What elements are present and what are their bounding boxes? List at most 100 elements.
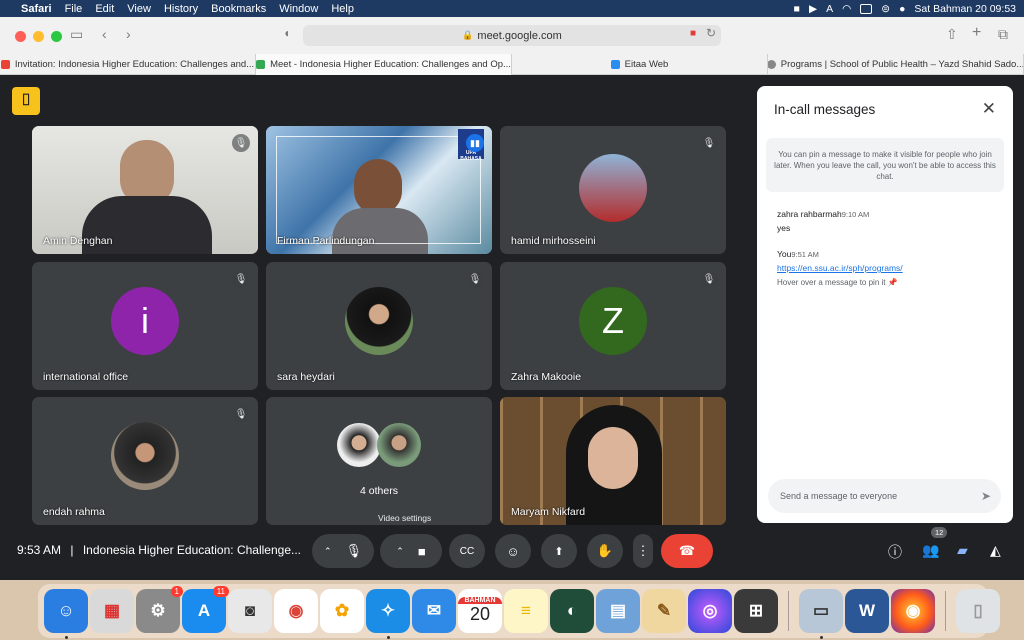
address-bar[interactable]: 🔒 meet.google.com bbox=[303, 25, 721, 46]
chat-message[interactable]: zahra rahbarmah9:10 AM yes bbox=[777, 209, 869, 233]
firefox-icon[interactable]: ◉ bbox=[891, 589, 935, 633]
menu-window[interactable]: Window bbox=[279, 3, 318, 15]
gmail-icon bbox=[0, 60, 10, 69]
message-link[interactable]: https://en.ssu.ac.ir/sph/programs/ bbox=[777, 263, 903, 273]
people-icon[interactable]: 👥 bbox=[922, 542, 939, 559]
tab-programs[interactable]: Programs | School of Public Health – Yaz… bbox=[768, 54, 1024, 75]
meeting-time: 9:53 AM bbox=[17, 543, 62, 557]
message-sender: zahra rahbarmah bbox=[777, 209, 842, 219]
minimize-window-button[interactable] bbox=[33, 31, 44, 42]
message-time: 9:10 AM bbox=[841, 210, 870, 219]
close-chat-icon[interactable]: ✕ bbox=[982, 99, 996, 119]
chat-icon[interactable]: ▰ bbox=[957, 542, 968, 559]
tab-gmail[interactable]: Invitation: Indonesia Higher Education: … bbox=[0, 54, 256, 75]
participant-tile[interactable]: Maryam Nikfard bbox=[500, 397, 726, 525]
others-tile[interactable]: 4 others bbox=[266, 397, 492, 525]
meeting-logo[interactable]: ⌷ bbox=[12, 87, 40, 115]
preview-icon[interactable]: ▤ bbox=[596, 589, 640, 633]
preview-window-icon[interactable]: ▭ bbox=[799, 589, 843, 639]
captions-icon: CC bbox=[459, 545, 475, 557]
leave-call-button[interactable]: ☎ bbox=[661, 534, 713, 568]
tab-bar: Invitation: Indonesia Higher Education: … bbox=[0, 54, 1024, 75]
new-tab-icon[interactable]: + bbox=[972, 24, 981, 42]
menu-file[interactable]: File bbox=[65, 3, 83, 15]
camera-in-use-icon[interactable]: ■ bbox=[690, 28, 696, 39]
tab-eitaa[interactable]: Eitaa Web bbox=[512, 54, 768, 75]
share-icon[interactable]: ⇧ bbox=[946, 26, 958, 43]
app-store-icon[interactable]: A 11 bbox=[182, 586, 229, 633]
zoom-window-button[interactable] bbox=[51, 31, 62, 42]
participant-tile[interactable]: 🎙 sara heydari bbox=[266, 262, 492, 390]
back-icon[interactable]: ‹ bbox=[102, 26, 107, 42]
participant-tile[interactable]: UPA BAHASA ▮▮ Firman Parlindungan bbox=[266, 126, 492, 254]
menu-edit[interactable]: Edit bbox=[95, 3, 114, 15]
tab-meet[interactable]: Meet - Indonesia Higher Education: Chall… bbox=[256, 54, 512, 75]
launchpad-icon[interactable]: ▦ bbox=[90, 589, 134, 633]
safari-icon[interactable]: ✧ bbox=[366, 589, 410, 639]
present-button[interactable]: ⬆ bbox=[541, 534, 577, 568]
chrome-icon[interactable]: ◉ bbox=[274, 589, 318, 633]
menu-clock[interactable]: Sat Bahman 20 09:53 bbox=[914, 3, 1016, 15]
participant-tile[interactable]: Z 🎙 Zahra Makooie bbox=[500, 262, 726, 390]
emoji-button[interactable]: ☺ bbox=[495, 534, 531, 568]
captions-button[interactable]: CC bbox=[449, 534, 485, 568]
notes-icon[interactable]: ≡ bbox=[504, 589, 548, 633]
send-icon[interactable]: ➤ bbox=[981, 489, 991, 503]
info-icon[interactable]: ⓘ bbox=[888, 542, 902, 562]
mic-off-icon: 🎙 bbox=[700, 134, 718, 152]
menu-help[interactable]: Help bbox=[331, 3, 354, 15]
word-icon[interactable]: W bbox=[845, 589, 889, 633]
control-center-icon[interactable]: ⊜ bbox=[881, 3, 890, 15]
participant-tile[interactable]: 🎙 hamid mirhosseini bbox=[500, 126, 726, 254]
audio-options-icon[interactable]: ⌃ bbox=[324, 546, 332, 557]
sidebar-icon[interactable]: ▭ bbox=[70, 26, 83, 43]
activities-icon[interactable]: ◭ bbox=[990, 542, 1001, 559]
battery-icon[interactable] bbox=[860, 3, 873, 14]
photos-icon[interactable]: ✿ bbox=[320, 589, 364, 633]
message-text: yes bbox=[777, 223, 791, 233]
more-vert-icon: ⋮ bbox=[636, 543, 650, 558]
chat-message[interactable]: You9:51 AM https://en.ssu.ac.ir/sph/prog… bbox=[777, 249, 903, 287]
chat-input[interactable]: Send a message to everyone ➤ bbox=[768, 479, 1001, 513]
menu-history[interactable]: History bbox=[164, 3, 198, 15]
participant-name: international office bbox=[43, 371, 129, 383]
participant-photo bbox=[579, 154, 647, 222]
calendar-icon[interactable]: BAHMAN 20 bbox=[458, 589, 502, 633]
participant-tile[interactable]: 🎙 Amin Denghan bbox=[32, 126, 258, 254]
menu-view[interactable]: View bbox=[127, 3, 151, 15]
trash-icon[interactable]: ▯ bbox=[956, 589, 1000, 633]
more-options-button[interactable]: ⋮ bbox=[633, 534, 653, 568]
app-icon[interactable]: ◐ bbox=[550, 589, 594, 633]
screenshot-icon[interactable]: ◙ bbox=[228, 589, 272, 633]
calendar-day: 20 bbox=[469, 604, 491, 624]
wifi-icon[interactable]: ◠ bbox=[842, 3, 851, 15]
video-options-icon[interactable]: ⌃ bbox=[396, 546, 404, 557]
menu-app-name[interactable]: Safari bbox=[21, 3, 52, 15]
forward-icon[interactable]: › bbox=[126, 26, 131, 42]
tab-overview-icon[interactable]: ⧉ bbox=[998, 26, 1008, 43]
reload-icon[interactable]: ↻ bbox=[706, 26, 716, 40]
participant-tile[interactable]: i 🎙 international office bbox=[32, 262, 258, 390]
keyboard-icon[interactable]: A bbox=[826, 3, 833, 15]
siri-icon[interactable]: ● bbox=[899, 3, 905, 15]
mail-icon[interactable]: ✉ bbox=[412, 589, 456, 633]
play-status-icon[interactable]: ▶ bbox=[809, 3, 817, 15]
globe-icon bbox=[768, 60, 776, 69]
camera-status-icon[interactable]: ■ bbox=[794, 3, 800, 15]
participant-tile[interactable]: 🎙 endah rahma bbox=[32, 397, 258, 525]
siri-app-icon[interactable]: ◎ bbox=[688, 589, 732, 633]
people-count-badge: 12 bbox=[931, 527, 948, 538]
menu-bookmarks[interactable]: Bookmarks bbox=[211, 3, 266, 15]
raise-hand-button[interactable]: ✋ bbox=[587, 534, 623, 568]
notification-badge: 1 bbox=[170, 586, 183, 597]
microphone-icon[interactable]: 🎙 bbox=[346, 543, 363, 559]
system-preferences-icon[interactable]: ⚙ 1 bbox=[136, 586, 183, 633]
pages-icon[interactable]: ✎ bbox=[642, 589, 686, 633]
camera-icon[interactable]: ■ bbox=[418, 544, 426, 559]
close-window-button[interactable] bbox=[15, 31, 26, 42]
notification-badge: 11 bbox=[212, 586, 229, 597]
pin-icon[interactable]: 📌 bbox=[888, 278, 898, 287]
finder-icon[interactable]: ☺ bbox=[44, 589, 88, 639]
calculator-icon[interactable]: ⊞ bbox=[734, 589, 778, 633]
privacy-shield-icon[interactable]: ◖ bbox=[283, 26, 290, 40]
